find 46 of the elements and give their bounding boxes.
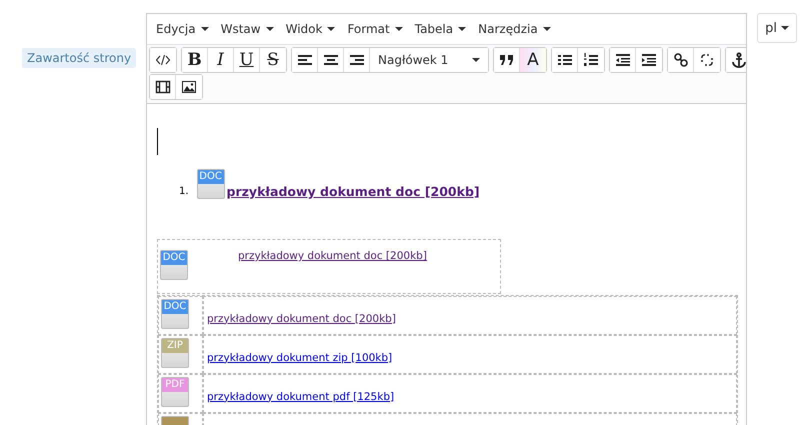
language-dropdown[interactable]: pl xyxy=(757,13,797,43)
document-icon: ZIP xyxy=(161,338,189,368)
video-icon xyxy=(154,79,170,95)
outdent-icon xyxy=(614,52,630,68)
list-number: 1. xyxy=(179,186,189,197)
caret-icon xyxy=(394,27,403,31)
caret-icon xyxy=(458,27,466,31)
bold-button[interactable]: B xyxy=(182,48,208,72)
outdent-button[interactable] xyxy=(610,48,636,72)
link-button[interactable] xyxy=(668,48,694,72)
menu-item[interactable]: Widok xyxy=(280,22,342,36)
file-link[interactable]: przykładowy dokument doc [200kb] xyxy=(238,250,427,262)
document-icon: PDF xyxy=(161,377,189,407)
numbers-icon xyxy=(583,52,599,68)
code-icon xyxy=(155,52,171,68)
field-label: Zawartość strony xyxy=(22,48,136,68)
quote-icon xyxy=(498,52,514,68)
code-button[interactable] xyxy=(150,48,176,72)
menu-item[interactable]: Tabela xyxy=(408,22,472,36)
video-button[interactable] xyxy=(150,75,176,99)
text-cursor xyxy=(157,128,158,155)
color-button[interactable]: A xyxy=(520,48,546,72)
menu-item[interactable]: Format xyxy=(341,22,409,36)
file-link[interactable]: przykładowy dokument zip [100kb] xyxy=(207,352,392,364)
document-icon: DOC xyxy=(196,169,225,199)
file-link[interactable]: przykładowy dokument doc [200kb] xyxy=(207,312,396,324)
caret-icon xyxy=(542,27,551,31)
menu-item[interactable]: Wstaw xyxy=(214,22,280,36)
image-icon xyxy=(181,79,197,95)
anchor-icon xyxy=(731,52,746,68)
menu-item[interactable]: Narzędzia xyxy=(472,22,557,36)
file-link[interactable]: przykładowy dokument doc [200kb] xyxy=(226,184,480,199)
document-icon: DOC xyxy=(161,299,189,329)
caret-icon xyxy=(200,27,209,31)
anchor-button[interactable] xyxy=(726,48,746,72)
caret-icon xyxy=(327,27,336,31)
quote-button[interactable] xyxy=(494,48,520,72)
caret-icon xyxy=(780,26,789,30)
document-icon: DOC xyxy=(160,250,188,280)
bullets-button[interactable] xyxy=(552,48,578,72)
caret-icon xyxy=(266,27,274,31)
indent-icon xyxy=(641,52,657,68)
link-icon xyxy=(672,52,688,68)
file-link[interactable]: przykładowy dokument pdf [125kb] xyxy=(207,390,394,402)
bullets-icon xyxy=(556,52,572,68)
menu-item[interactable]: Edycja xyxy=(150,22,215,36)
